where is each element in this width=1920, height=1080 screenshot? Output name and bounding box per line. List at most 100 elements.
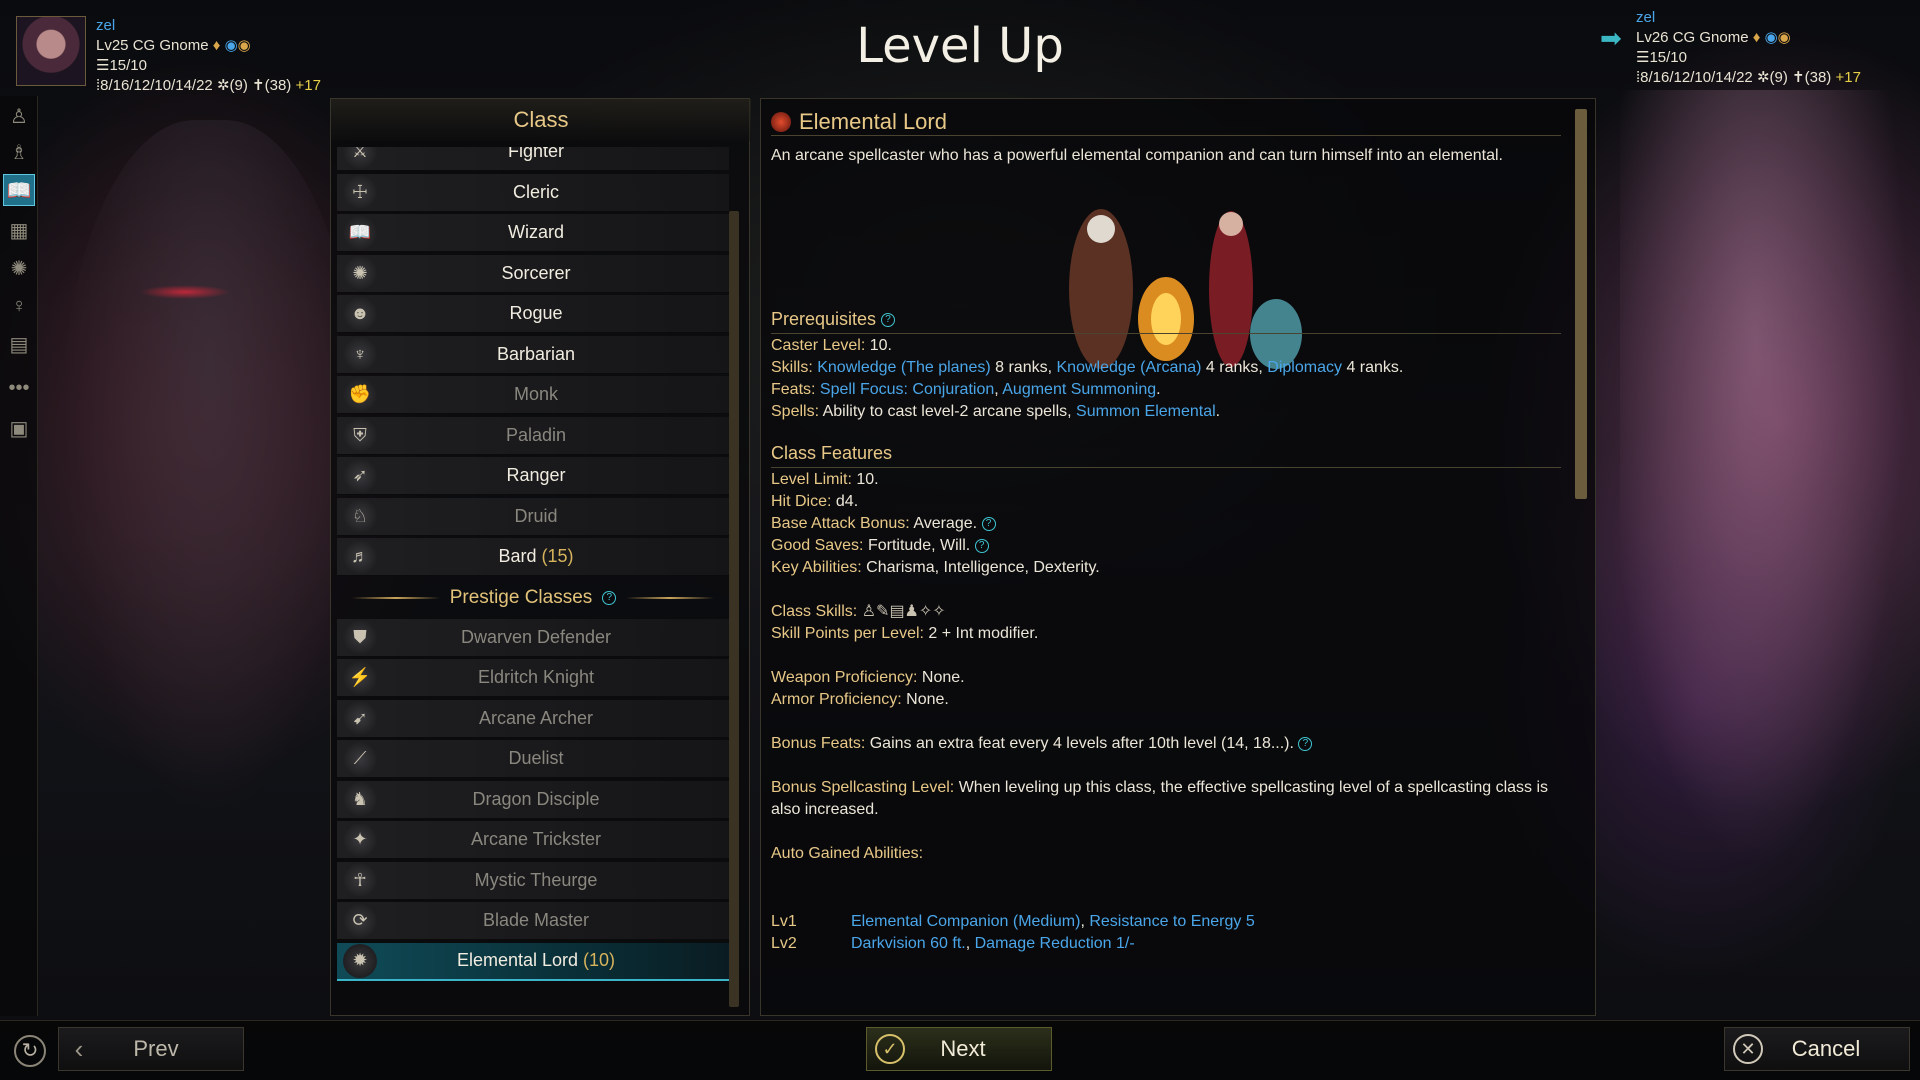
barbarian-icon: ♆ xyxy=(343,337,377,371)
dragon-disciple-icon: ♞ xyxy=(343,782,377,816)
feat-link-spell-focus[interactable]: Spell Focus: Conjuration xyxy=(820,381,994,398)
ability-link[interactable]: Elemental Companion (Medium) xyxy=(851,911,1080,933)
character-portrait[interactable] xyxy=(16,16,86,86)
character-level-line: Lv25 CG Gnome ♦ ◉◉ xyxy=(96,37,251,54)
cancel-button[interactable]: ✕ Cancel xyxy=(1724,1027,1910,1071)
spells-step-icon[interactable]: ▤ xyxy=(3,328,35,360)
feat-link-augment-summoning[interactable]: Augment Summoning xyxy=(1002,381,1156,398)
class-option-rogue[interactable]: ☻ Rogue xyxy=(337,295,729,333)
class-detail-panel: Elemental Lord An arcane spellcaster who… xyxy=(760,98,1596,1016)
class-option-label: Monk xyxy=(513,384,558,404)
class-option-barbarian[interactable]: ♆ Barbarian xyxy=(337,335,729,374)
summary-step-icon[interactable]: ▣ xyxy=(3,412,35,444)
class-option-sorcerer[interactable]: ✺ Sorcerer xyxy=(337,254,729,293)
body-step-icon[interactable]: ♗ xyxy=(3,136,35,168)
ability-level: Lv1 xyxy=(771,913,797,930)
close-icon: ✕ xyxy=(1733,1034,1763,1064)
class-option-mystic-theurge[interactable]: ☥ Mystic Theurge xyxy=(337,861,729,900)
class-option-label: Elemental Lord xyxy=(456,950,579,970)
help-icon[interactable]: ? xyxy=(974,538,989,553)
class-option-label: Eldritch Knight xyxy=(477,667,595,687)
eldritch-knight-icon: ⚡ xyxy=(343,660,377,695)
class-option-dragon-disciple[interactable]: ♞ Dragon Disciple xyxy=(337,780,729,819)
spells-line: Spells: Ability to cast level-2 arcane s… xyxy=(771,403,1221,420)
skill-link-planes[interactable]: Knowledge (The planes) xyxy=(817,359,990,376)
wizard-icon: 📖 xyxy=(343,215,377,250)
class-option-label: Sorcerer xyxy=(501,262,571,283)
skills-step-icon[interactable]: ✺ xyxy=(3,252,35,284)
prerequisites-list: Caster Level: 10. Skills: Knowledge (The… xyxy=(771,335,1571,423)
background-art-right xyxy=(1620,90,1920,910)
spell-link-summon-elemental[interactable]: Summon Elemental xyxy=(1076,403,1216,420)
class-option-wizard[interactable]: 📖 Wizard xyxy=(337,214,729,252)
checkmark-icon: ✓ xyxy=(875,1034,905,1064)
class-option-label: Duelist xyxy=(508,748,564,768)
help-icon[interactable]: ? xyxy=(981,516,996,531)
class-panel-title: Class xyxy=(331,99,751,141)
help-icon[interactable]: ? xyxy=(1298,736,1313,751)
divider xyxy=(771,467,1561,468)
class-option-label: Fighter xyxy=(507,147,565,161)
current-character-summary: zel Lv25 CG Gnome ♦ ◉◉ ☰15/10 ⁞8/16/12/1… xyxy=(16,16,396,96)
auto-ability-row: Lv2 Darkvision 60 ft., Damage Reduction 1… xyxy=(771,933,1561,955)
detail-scrollbar[interactable] xyxy=(1575,109,1587,499)
sorcerer-icon: ✺ xyxy=(343,256,377,290)
help-icon[interactable]: ? xyxy=(881,313,896,328)
more-options-icon[interactable]: ••• xyxy=(3,372,35,404)
class-option-druid[interactable]: ♘ Druid xyxy=(337,497,729,536)
arcane-archer-icon: ➹ xyxy=(343,701,377,735)
class-features-list: Level Limit: 10. Hit Dice: d4. Base Atta… xyxy=(771,471,1549,862)
duelist-icon: ⟋ xyxy=(343,741,377,776)
class-features-heading: Class Features xyxy=(771,443,893,463)
class-option-blade-master[interactable]: ⟳ Blade Master xyxy=(337,902,729,940)
ability-link[interactable]: Resistance to Energy 5 xyxy=(1089,911,1254,933)
class-option-label: Arcane Trickster xyxy=(470,829,602,849)
next-button[interactable]: ✓ Next xyxy=(866,1027,1052,1071)
ability-link[interactable]: Damage Reduction 1/- xyxy=(975,933,1135,955)
character-health: ☰15/10 xyxy=(96,57,147,74)
divider xyxy=(771,333,1561,334)
race-step-icon[interactable]: ♙ xyxy=(3,100,35,132)
auto-ability-row: Lv1 Elemental Companion (Medium), Resista… xyxy=(771,911,1561,933)
feats-step-icon[interactable]: ♀ xyxy=(3,290,35,322)
class-option-label: Druid xyxy=(514,505,558,526)
class-option-monk[interactable]: ✊ Monk xyxy=(337,376,729,414)
ability-link[interactable]: Darkvision 60 ft. xyxy=(851,933,966,955)
class-option-arcane-trickster[interactable]: ✦ Arcane Trickster xyxy=(337,821,729,859)
class-option-label: Cleric xyxy=(512,181,559,202)
class-skills-icons[interactable]: ♙✎▤♟✧✧ xyxy=(862,603,946,620)
skill-link-diplomacy[interactable]: Diplomacy xyxy=(1267,359,1342,376)
class-option-elemental-lord[interactable]: ✹ Elemental Lord (10) xyxy=(337,942,729,981)
class-option-label: Paladin xyxy=(505,424,567,445)
character-stats: ⁞8/16/12/10/14/22 ✲(9) ✝(38) +17 xyxy=(96,77,321,94)
class-option-eldritch-knight[interactable]: ⚡ Eldritch Knight xyxy=(337,659,729,697)
class-option-fighter[interactable]: ⚔ Fighter xyxy=(337,147,729,171)
class-option-ranger[interactable]: ➶ Ranger xyxy=(337,457,729,495)
next-character-level-line: Lv26 CG Gnome ♦ ◉◉ xyxy=(1636,29,1791,46)
next-level-character-summary: ➡ zel Lv26 CG Gnome ♦ ◉◉ ☰15/10 ⁞8/16/12… xyxy=(1600,8,1910,98)
class-option-bard[interactable]: ♬ Bard (15) xyxy=(337,538,729,576)
dwarven-defender-icon: ⛊ xyxy=(343,620,377,654)
ability-level: Lv2 xyxy=(771,935,797,952)
class-option-arcane-archer[interactable]: ➹ Arcane Archer xyxy=(337,699,729,738)
abilities-step-icon[interactable]: ▦ xyxy=(3,214,35,246)
reset-icon[interactable]: ↻ xyxy=(14,1035,46,1067)
divider xyxy=(626,596,715,599)
divider xyxy=(771,135,1561,136)
class-option-label: Blade Master xyxy=(482,910,590,930)
class-option-dwarven-defender[interactable]: ⛊ Dwarven Defender xyxy=(337,618,729,657)
help-icon[interactable]: ? xyxy=(602,590,617,605)
class-option-paladin[interactable]: ⛨ Paladin xyxy=(337,416,729,455)
background-art-left xyxy=(60,120,360,820)
class-option-duelist[interactable]: ⟋ Duelist xyxy=(337,740,729,778)
class-level-count: (10) xyxy=(583,950,616,970)
elemental-lord-icon xyxy=(771,112,791,132)
class-list-scrollbar[interactable] xyxy=(729,211,739,1007)
elemental-lord-icon: ✹ xyxy=(343,943,377,978)
class-step-icon[interactable]: 📖 xyxy=(3,174,35,206)
class-option-cleric[interactable]: ☩ Cleric xyxy=(337,173,729,212)
prev-button[interactable]: ‹ Prev xyxy=(58,1027,244,1071)
next-character-stats: ⁞8/16/12/10/14/22 ✲(9) ✝(38) +17 xyxy=(1636,69,1861,86)
class-option-label: Arcane Archer xyxy=(478,707,594,728)
skill-link-arcana[interactable]: Knowledge (Arcana) xyxy=(1057,359,1202,376)
